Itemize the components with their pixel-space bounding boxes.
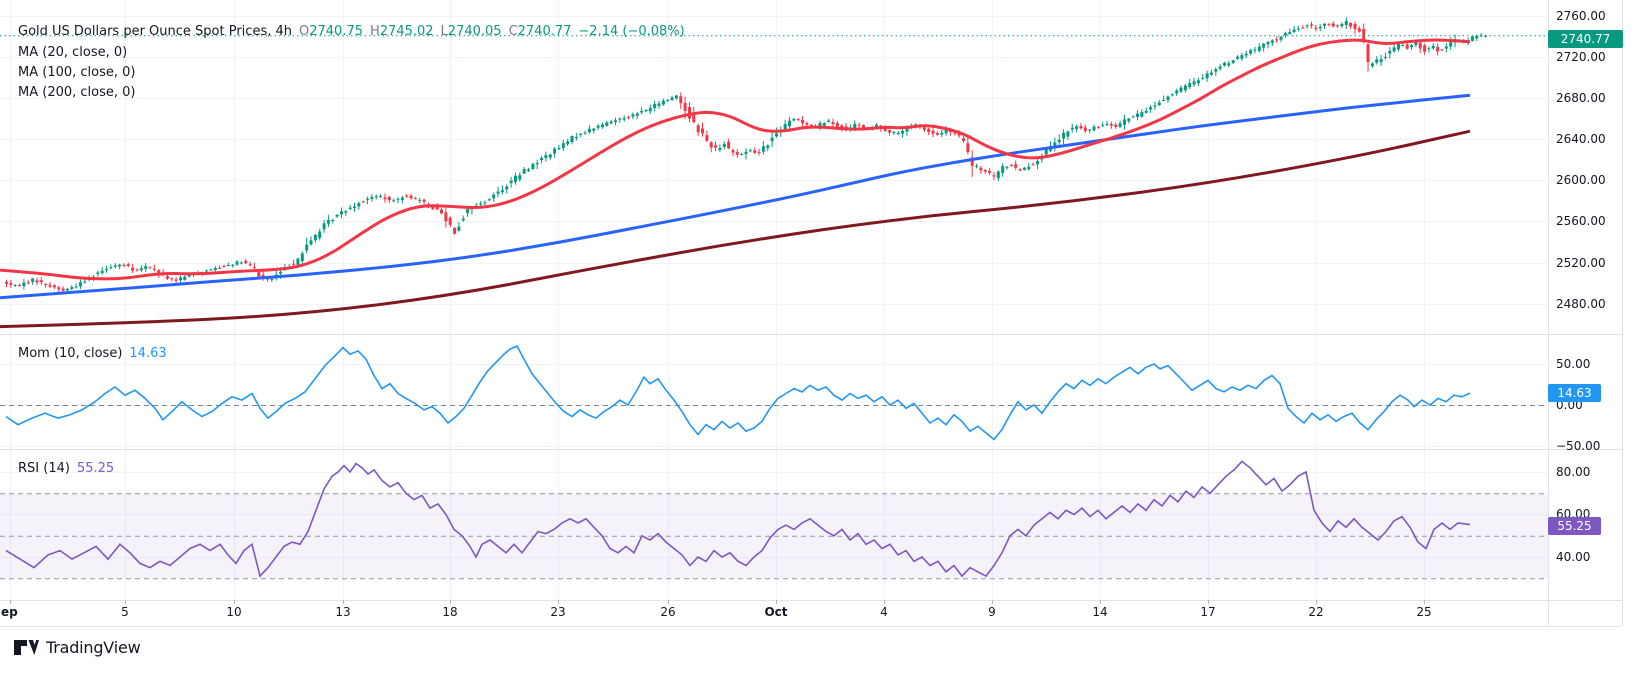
momentum-series	[6, 346, 1470, 439]
ma200-legend[interactable]: MA (200, close, 0)	[18, 85, 135, 100]
time-axis-label: 9	[988, 605, 996, 619]
time-axis-label: 22	[1308, 605, 1323, 619]
time-axis-label: Oct	[764, 605, 787, 619]
price-axis-label: 2560.00	[1556, 214, 1606, 228]
time-axis-label: 14	[1092, 605, 1107, 619]
symbol-title: Gold US Dollars per Ounce Spot Prices, 4…	[18, 24, 292, 39]
candlestick-series	[5, 17, 1487, 293]
time-axis-label: 23	[550, 605, 565, 619]
current-price-badge: 2740.77	[1548, 30, 1623, 48]
time-axis-label: 13	[335, 605, 350, 619]
momentum-badge: 14.63	[1548, 384, 1601, 402]
time-axis-label: 26	[660, 605, 675, 619]
tradingview-chart-widget: Gold US Dollars per Ounce Spot Prices, 4…	[0, 0, 1637, 674]
price-axis-label: 2640.00	[1556, 132, 1606, 146]
time-axis-label: 4	[880, 605, 888, 619]
time-axis-label: 17	[1200, 605, 1215, 619]
time-axis-label: 10	[226, 605, 241, 619]
time-axis-label: 25	[1416, 605, 1431, 619]
rsi-value: 55.25	[77, 461, 114, 476]
price-legend[interactable]: Gold US Dollars per Ounce Spot Prices, 4…	[18, 24, 685, 39]
time-axis-label: 18	[442, 605, 457, 619]
price-axis-label: 2680.00	[1556, 91, 1606, 105]
ohlc-high: H2745.02	[370, 24, 434, 39]
chart-canvas[interactable]	[0, 0, 1623, 628]
ohlc-close: C2740.77	[509, 24, 572, 39]
rsi-axis-label: 80.00	[1556, 465, 1590, 479]
ohlc-open: O2740.75	[299, 24, 363, 39]
ma20-legend[interactable]: MA (20, close, 0)	[18, 45, 127, 60]
rsi-badge: 55.25	[1548, 517, 1601, 535]
ma100-line	[0, 95, 1470, 298]
ohlc-low: L2740.05	[441, 24, 502, 39]
price-axis-label: 2720.00	[1556, 50, 1606, 64]
rsi-axis-label: 40.00	[1556, 550, 1590, 564]
momentum-axis-label: −50.00	[1556, 439, 1600, 453]
time-axis-label: ep	[1, 605, 18, 619]
time-axis-label: 5	[121, 605, 129, 619]
price-axis-label: 2480.00	[1556, 297, 1606, 311]
ma200-line	[0, 131, 1470, 326]
momentum-legend[interactable]: Mom (10, close) 14.63	[18, 346, 167, 361]
momentum-value: 14.63	[129, 346, 166, 361]
price-axis-label: 2760.00	[1556, 9, 1606, 23]
momentum-label: Mom (10, close)	[18, 346, 122, 361]
rsi-label: RSI (14)	[18, 461, 70, 476]
momentum-axis-label: 50.00	[1556, 357, 1590, 371]
ma100-legend[interactable]: MA (100, close, 0)	[18, 65, 135, 80]
tradingview-brand-text: TradingView	[46, 638, 140, 657]
price-axis-label: 2520.00	[1556, 256, 1606, 270]
tradingview-glyph-icon	[14, 639, 39, 656]
price-change: −2.14 (−0.08%)	[578, 24, 684, 39]
price-axis-label: 2600.00	[1556, 173, 1606, 187]
rsi-legend[interactable]: RSI (14) 55.25	[18, 461, 114, 476]
tradingview-logo[interactable]: TradingView	[14, 638, 140, 657]
